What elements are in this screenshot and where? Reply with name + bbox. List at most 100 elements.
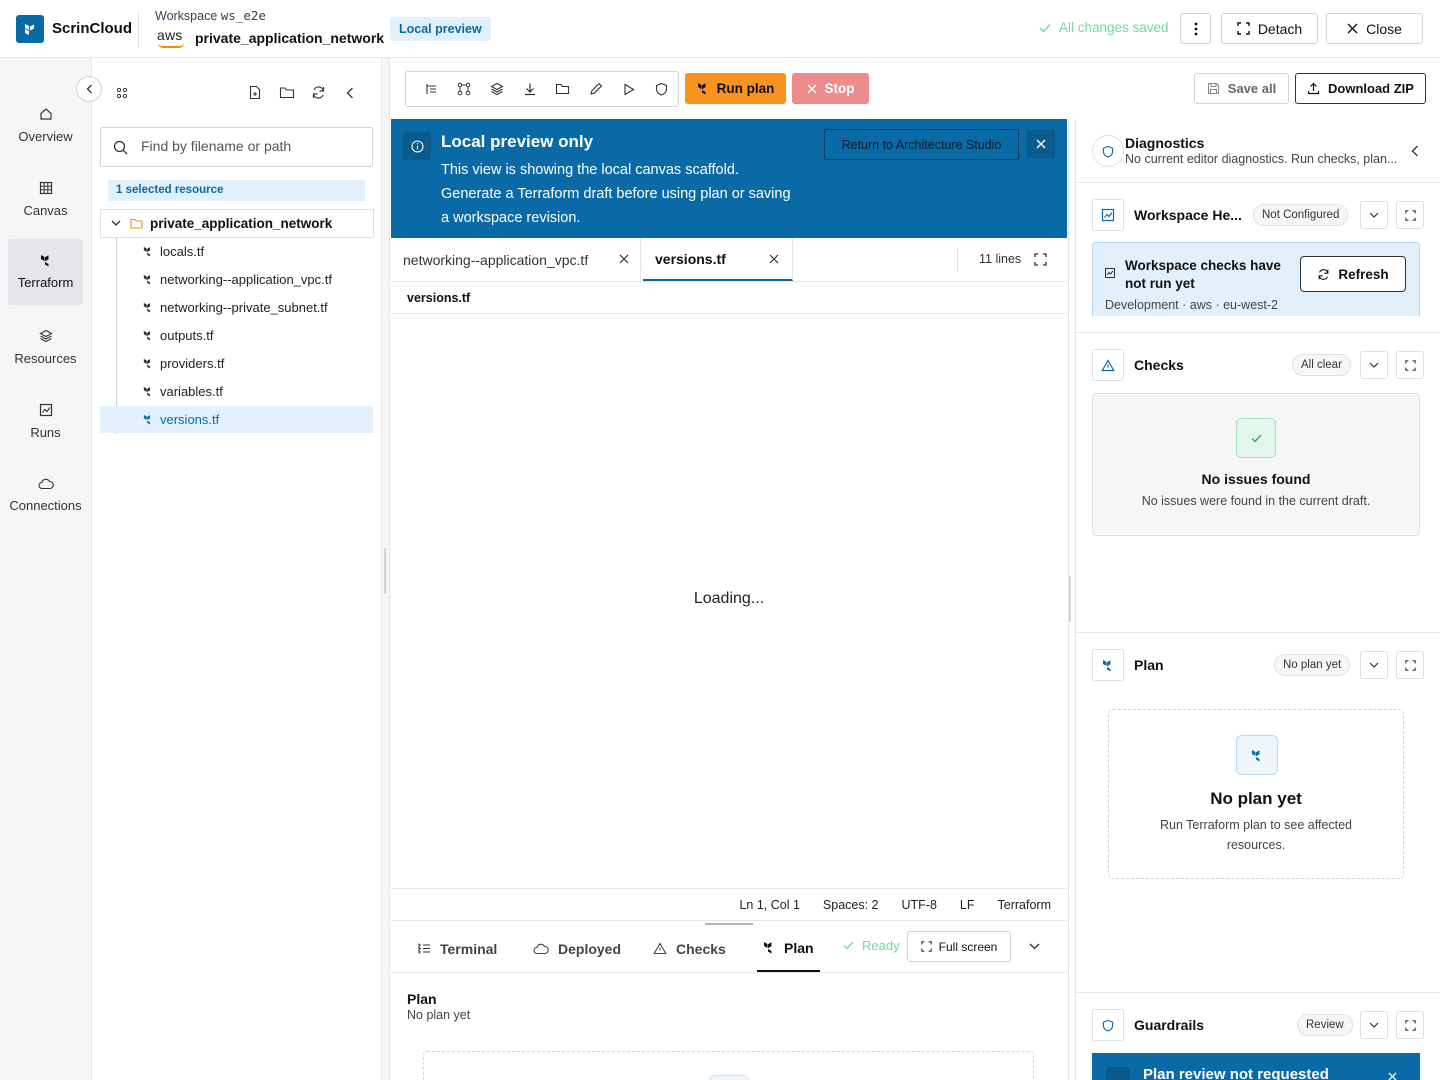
nav-label: Runs [30, 424, 61, 440]
play-tool-icon[interactable] [612, 72, 645, 106]
return-to-studio-button[interactable]: Return to Architecture Studio [824, 129, 1019, 160]
download-zip-button[interactable]: Download ZIP [1295, 73, 1426, 104]
graph-tool-icon[interactable] [447, 72, 480, 106]
file-item[interactable]: variables.tf [100, 378, 373, 405]
plan-maximize-button[interactable] [1396, 651, 1424, 679]
file-search-input[interactable] [141, 138, 361, 154]
splitter-handle[interactable] [384, 548, 386, 594]
health-expand-toggle[interactable] [1360, 201, 1388, 229]
plan-status-chip: No plan yet [1274, 654, 1351, 676]
stop-button[interactable]: Stop [792, 73, 869, 104]
language-mode[interactable]: Terraform [998, 898, 1051, 912]
file-item[interactable]: outputs.tf [100, 322, 373, 349]
guardrails-title: Guardrails [1134, 1017, 1205, 1033]
nav-item-overview[interactable]: Overview [8, 92, 83, 158]
tab-networking-vpc[interactable]: networking--application_vpc.tf [391, 238, 641, 281]
file-item[interactable]: versions.tf [100, 406, 373, 433]
terraform-file-icon [143, 386, 151, 397]
terraform-file-icon [143, 414, 151, 425]
terraform-file-icon [143, 358, 151, 369]
encoding[interactable]: UTF-8 [902, 898, 937, 912]
terraform-file-icon [143, 246, 151, 257]
download-tool-icon[interactable] [513, 72, 546, 106]
info-icon [403, 132, 431, 160]
plan-section-subtitle: No plan yet [407, 1008, 471, 1022]
save-all-button[interactable]: Save all [1194, 73, 1289, 104]
nav-item-connections[interactable]: Connections [8, 462, 83, 528]
close-icon [1388, 1072, 1397, 1080]
plan-title: Plan [1134, 657, 1164, 673]
file-item[interactable]: providers.tf [100, 350, 373, 377]
health-card-meta: Development · aws · eu-west-2 [1105, 298, 1278, 312]
upload-icon [1307, 82, 1320, 95]
file-item[interactable]: networking--private_subnet.tf [100, 294, 373, 321]
cursor-position[interactable]: Ln 1, Col 1 [739, 898, 799, 912]
plan-empty-box [423, 1051, 1034, 1080]
file-name: variables.tf [160, 384, 223, 399]
maximize-editor-icon[interactable] [1034, 253, 1047, 266]
file-search[interactable] [100, 127, 373, 167]
outline-tool-icon[interactable] [414, 72, 447, 106]
collapse-panel-icon[interactable] [1029, 943, 1040, 950]
info-icon [1106, 1067, 1130, 1080]
new-folder-icon[interactable] [279, 86, 295, 99]
terraform-logo-icon [25, 24, 34, 35]
indent-setting[interactable]: Spaces: 2 [823, 898, 879, 912]
divider [1076, 992, 1440, 993]
file-name: versions.tf [160, 412, 220, 427]
line-ending[interactable]: LF [960, 898, 975, 912]
checks-empty-card: No issues found No issues were found in … [1092, 393, 1420, 536]
collapse-diagnostics-icon[interactable] [1411, 145, 1419, 157]
cloud-icon [533, 943, 549, 954]
checks-maximize-button[interactable] [1396, 351, 1424, 379]
close-button[interactable]: Close [1326, 13, 1423, 44]
banner-close-button[interactable] [1027, 130, 1055, 158]
edit-tool-icon[interactable] [579, 72, 612, 106]
tab-plan[interactable]: Plan [757, 925, 820, 972]
nav-item-runs[interactable]: Runs [8, 388, 83, 454]
drag-handle-icon[interactable] [115, 86, 129, 100]
close-icon [769, 254, 779, 264]
health-maximize-button[interactable] [1396, 201, 1424, 229]
new-file-icon[interactable] [248, 85, 262, 100]
tab-deployed[interactable]: Deployed [533, 925, 621, 972]
nav-label: Canvas [23, 202, 68, 218]
file-item[interactable]: locals.tf [100, 238, 373, 265]
tab-terminal[interactable]: Terminal [417, 925, 497, 972]
terraform-icon [764, 942, 772, 954]
tab-checks[interactable]: Checks [653, 925, 726, 972]
refresh-button[interactable]: Refresh [1300, 256, 1406, 292]
nav-label: Overview [18, 128, 73, 144]
collapse-nav-button[interactable] [76, 76, 102, 102]
warning-icon [1092, 349, 1124, 381]
right-splitter-handle[interactable] [1069, 576, 1071, 622]
expand-icon [1237, 22, 1250, 35]
collapse-explorer-icon[interactable] [346, 87, 354, 99]
nav-item-terraform[interactable]: Terraform [8, 239, 83, 305]
nav-item-canvas[interactable]: Canvas [8, 166, 83, 232]
tab-versions[interactable]: versions.tf [643, 238, 793, 281]
detach-button[interactable]: Detach [1221, 13, 1318, 44]
full-screen-button[interactable]: Full screen [907, 931, 1011, 962]
more-menu-button[interactable] [1180, 13, 1211, 44]
nav-item-resources[interactable]: Resources [8, 314, 83, 380]
shield-tool-icon[interactable] [645, 72, 678, 106]
terraform-icon [1236, 735, 1278, 775]
file-name: networking--private_subnet.tf [160, 300, 328, 315]
folder-row[interactable]: private_application_network [100, 209, 374, 238]
brand-logo [16, 15, 44, 43]
file-item[interactable]: networking--application_vpc.tf [100, 266, 373, 293]
plan-expand-toggle[interactable] [1360, 651, 1388, 679]
chevron-down-icon [111, 220, 121, 226]
layers-tool-icon[interactable] [480, 72, 513, 106]
guardrails-maximize-button[interactable] [1396, 1011, 1424, 1039]
editor-toolbar [405, 71, 679, 107]
guardrails-expand-toggle[interactable] [1360, 1011, 1388, 1039]
search-icon [113, 140, 128, 155]
aws-logo: aws [157, 27, 183, 43]
run-plan-button[interactable]: Run plan [685, 73, 786, 104]
folder-tool-icon[interactable] [546, 72, 579, 106]
refresh-icon[interactable] [311, 85, 326, 100]
terraform-file-icon [143, 330, 151, 341]
checks-expand-toggle[interactable] [1360, 351, 1388, 379]
